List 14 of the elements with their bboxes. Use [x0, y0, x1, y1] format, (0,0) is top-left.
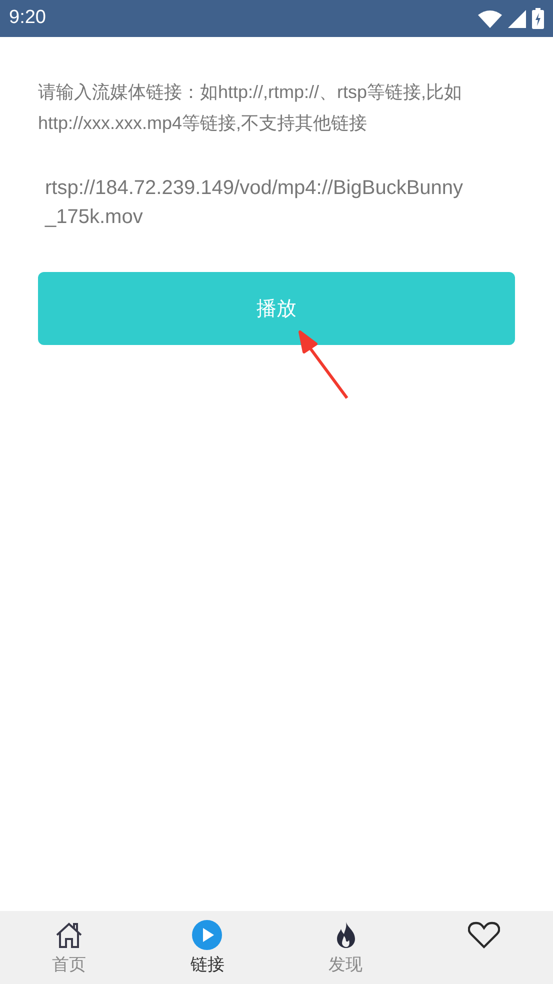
battery-icon	[532, 8, 544, 29]
input-field[interactable]: rtsp://184.72.239.149/vod/mp4://BigBuckBunny_175k.mov	[38, 174, 468, 232]
clock-time: 9:20	[9, 6, 46, 30]
nav-tab[interactable]: 发现	[276, 911, 415, 984]
wifi-icon	[478, 8, 502, 28]
nav-tab[interactable]: 链接	[138, 911, 276, 984]
heart-icon	[468, 921, 500, 949]
nav-tab[interactable]: 首页	[0, 911, 138, 984]
instruction-text: 请输入流媒体链接：如http://,rtmp://、rtsp等链接,比如http://xxx.xxx.mp4等链接,不支持其他链接	[38, 81, 464, 135]
play-icon	[192, 920, 222, 950]
signal-icon	[508, 10, 526, 28]
flame-icon	[336, 922, 356, 948]
home-icon	[55, 922, 84, 948]
play-button[interactable]: 播放	[38, 272, 515, 345]
